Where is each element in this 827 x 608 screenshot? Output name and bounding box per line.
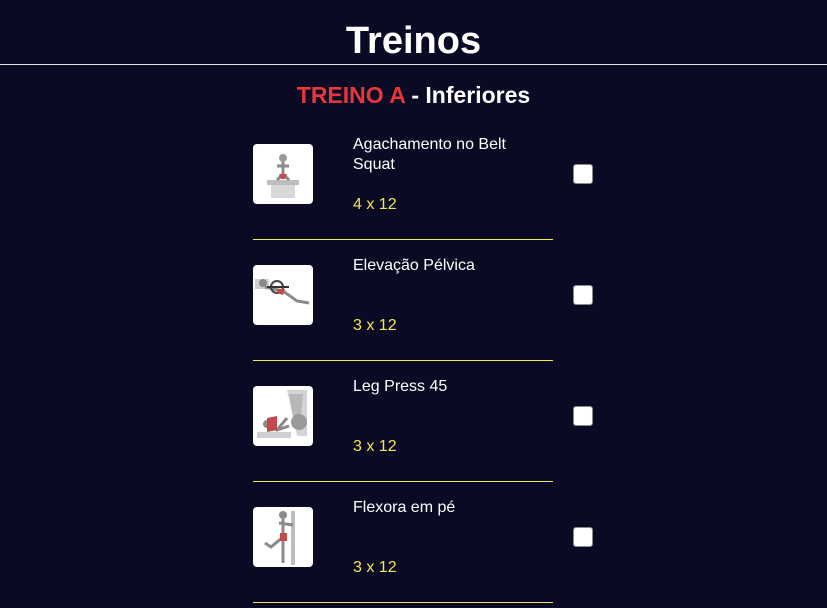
exercise-checkbox[interactable]: [573, 406, 593, 426]
exercise-item: Elevação Pélvica 3 x 12: [253, 240, 613, 361]
exercise-checkbox[interactable]: [573, 164, 593, 184]
exercise-item: Flexora em pé 3 x 12: [253, 482, 613, 603]
exercise-list: Agachamento no Belt Squat 4 x 12 Elevaçã…: [253, 119, 613, 603]
workout-focus: Inferiores: [425, 82, 531, 108]
exercise-item: Agachamento no Belt Squat 4 x 12: [253, 119, 613, 240]
app-root: Treinos TREINO A - Inferiores Agachament…: [0, 0, 827, 608]
exercise-sets: 3 x 12: [353, 317, 397, 334]
belt-squat-illustration-icon: [253, 144, 313, 204]
exercise-item: Leg Press 45 3 x 12: [253, 361, 613, 482]
exercise-name: Flexora em pé: [353, 499, 456, 516]
divider: [253, 602, 553, 603]
exercise-sets: 4 x 12: [353, 196, 397, 213]
workout-label: TREINO A: [296, 82, 405, 108]
exercise-checkbox[interactable]: [573, 527, 593, 547]
exercise-checkbox[interactable]: [573, 285, 593, 305]
leg-press-illustration-icon: [253, 386, 313, 446]
page-title: Treinos: [345, 20, 482, 62]
workout-title: TREINO A - Inferiores: [0, 81, 827, 109]
standing-leg-curl-illustration-icon: [253, 507, 313, 567]
exercise-name: Leg Press 45: [353, 378, 448, 395]
exercise-sets: 3 x 12: [353, 559, 397, 576]
workout-separator: -: [404, 82, 426, 108]
exercise-sets: 3 x 12: [353, 438, 397, 455]
exercise-name: Elevação Pélvica: [353, 257, 475, 274]
exercise-name: Agachamento no Belt Squat: [353, 136, 506, 173]
hip-thrust-illustration-icon: [253, 265, 313, 325]
header: Treinos: [0, 0, 827, 65]
